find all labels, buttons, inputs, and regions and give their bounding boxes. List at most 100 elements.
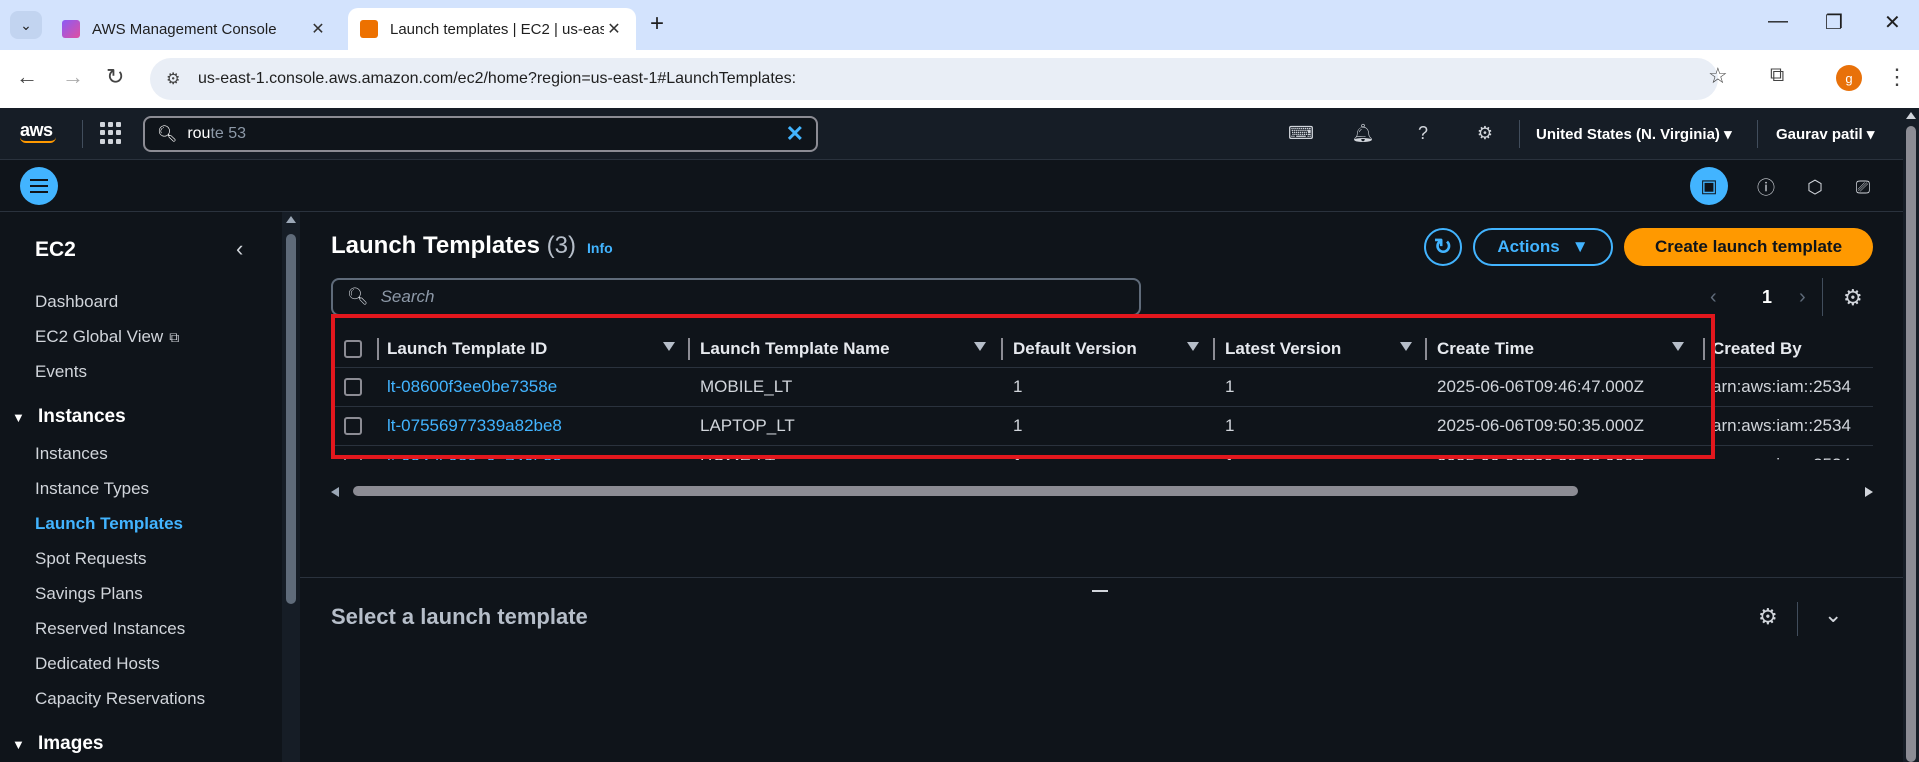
column-header-launch-template-name[interactable]: Launch Template Name <box>700 330 890 368</box>
column-header-create-time[interactable]: Create Time <box>1437 330 1534 368</box>
sort-icon[interactable] <box>1672 342 1684 351</box>
split-panel-icon[interactable]: ▣ <box>1690 167 1728 205</box>
table-row[interactable]: lt-08600f3ee0be7358e MOBILE_LT 1 1 2025-… <box>331 368 1873 407</box>
help-icon[interactable]: ? <box>1410 120 1436 146</box>
scrollbar-thumb[interactable] <box>353 486 1578 496</box>
sidebar-item-instance-types[interactable]: Instance Types <box>35 479 149 499</box>
hexagon-icon[interactable]: ⬡ <box>1801 173 1829 201</box>
current-page-number[interactable]: 1 <box>1762 287 1772 308</box>
sidebar-item-dashboard[interactable]: Dashboard <box>35 292 118 312</box>
column-header-launch-template-id[interactable]: Launch Template ID <box>387 330 547 368</box>
info-link[interactable]: Info <box>587 240 613 256</box>
back-arrow-icon[interactable]: ← <box>16 64 38 90</box>
aws-search-input[interactable]: 🔍︎ rou te 53 ✕ <box>143 116 818 152</box>
sidebar-item-launch-templates[interactable]: Launch Templates <box>35 514 183 534</box>
select-all-checkbox[interactable] <box>344 330 362 368</box>
sidebar-scrollbar[interactable] <box>282 212 300 762</box>
table-horizontal-scrollbar[interactable] <box>331 484 1873 500</box>
forward-arrow-icon[interactable]: → <box>62 64 84 90</box>
latest-version: 1 <box>1225 446 1234 460</box>
previous-page-icon[interactable]: ‹ <box>1710 286 1717 309</box>
sidebar-item-savings-plans[interactable]: Savings Plans <box>35 584 143 604</box>
sort-icon[interactable] <box>1187 342 1199 351</box>
cloudshell-icon[interactable]: ⌨ <box>1288 120 1314 146</box>
aws-logo[interactable]: aws <box>20 120 62 146</box>
notifications-bell-icon[interactable]: 🔔︎ <box>1350 120 1376 146</box>
sidebar-item-capacity-reservations[interactable]: Capacity Reservations <box>35 689 205 709</box>
scroll-up-arrow-icon[interactable] <box>1906 112 1916 119</box>
region-selector[interactable]: United States (N. Virginia) ▾ <box>1536 125 1732 143</box>
tab-search-button[interactable]: ⌄ <box>10 11 42 39</box>
browser-menu-icon[interactable]: ⋮ <box>1886 64 1908 90</box>
close-tab-icon[interactable]: ✕ <box>308 19 328 39</box>
table-row[interactable]: lt-07556977339a82be8 LAPTOP_LT 1 1 2025-… <box>331 407 1873 446</box>
page-title-text: Launch Templates <box>331 232 540 259</box>
launch-template-id-link[interactable]: lt-08600f3ee0be7358e <box>387 368 557 406</box>
new-tab-icon[interactable]: + <box>650 10 664 38</box>
column-divider[interactable] <box>688 338 690 360</box>
extensions-icon[interactable]: ⧉ <box>1770 64 1784 87</box>
page-scrollbar[interactable] <box>1903 108 1919 762</box>
scroll-left-arrow-icon[interactable] <box>331 487 339 497</box>
table-preferences-gear-icon[interactable]: ⚙ <box>1843 285 1863 311</box>
table-row[interactable]: lt-034db920a0e740b32 HOME-LT 1 1 2025-06… <box>331 446 1873 460</box>
close-window-icon[interactable]: ✕ <box>1884 10 1901 35</box>
services-grid-icon[interactable] <box>100 122 122 144</box>
column-divider[interactable] <box>1425 338 1427 360</box>
profile-avatar[interactable]: g <box>1836 65 1862 91</box>
split-panel-resize-handle[interactable] <box>1092 590 1108 592</box>
column-header-created-by[interactable]: Created By <box>1712 330 1802 368</box>
sidebar-section-images[interactable]: ▼ Images <box>12 733 103 755</box>
scroll-up-arrow-icon[interactable] <box>286 216 296 223</box>
sidebar-section-instances[interactable]: ▼ Instances <box>12 406 126 428</box>
scrollbar-thumb[interactable] <box>1906 126 1916 762</box>
column-divider[interactable] <box>1213 338 1215 360</box>
sort-icon[interactable] <box>974 342 986 351</box>
screen-share-icon[interactable]: ⎚ <box>1849 173 1877 201</box>
info-panel-icon[interactable]: ⓘ <box>1752 173 1780 201</box>
next-page-icon[interactable]: › <box>1799 286 1806 309</box>
create-launch-template-button[interactable]: Create launch template <box>1624 228 1873 266</box>
account-menu[interactable]: Gaurav patil ▾ <box>1776 125 1874 143</box>
sidebar-item-dedicated-hosts[interactable]: Dedicated Hosts <box>35 654 160 674</box>
reload-icon[interactable]: ↻ <box>106 64 124 90</box>
sidebar-item-ec2-global-view[interactable]: EC2 Global View ⧉ <box>35 327 179 347</box>
minimize-icon[interactable]: — <box>1768 10 1788 33</box>
url-field[interactable]: ⚙ us-east-1.console.aws.amazon.com/ec2/h… <box>150 58 1718 100</box>
column-divider[interactable] <box>1703 338 1705 360</box>
table-search-input[interactable]: 🔍︎ Search <box>331 278 1141 316</box>
split-panel-settings-gear-icon[interactable]: ⚙ <box>1758 604 1778 630</box>
row-checkbox[interactable] <box>344 368 362 406</box>
sidebar-item-spot-requests[interactable]: Spot Requests <box>35 549 147 569</box>
column-divider[interactable] <box>1001 338 1003 360</box>
sort-icon[interactable] <box>663 342 675 351</box>
launch-template-id-link[interactable]: lt-034db920a0e740b32 <box>387 446 562 460</box>
collapse-panel-chevron-down-icon[interactable]: ⌄ <box>1824 602 1842 628</box>
side-nav-menu-icon[interactable] <box>20 167 58 205</box>
scroll-right-arrow-icon[interactable] <box>1865 487 1873 497</box>
settings-gear-icon[interactable]: ⚙ <box>1472 120 1498 146</box>
sidebar-item-events[interactable]: Events <box>35 362 87 382</box>
column-header-latest-version[interactable]: Latest Version <box>1225 330 1341 368</box>
row-checkbox[interactable] <box>344 407 362 445</box>
row-checkbox[interactable] <box>344 446 362 460</box>
nav-divider <box>82 120 83 148</box>
column-header-default-version[interactable]: Default Version <box>1013 330 1137 368</box>
collapse-sidebar-icon[interactable]: ‹ <box>236 236 243 262</box>
site-settings-icon[interactable]: ⚙ <box>166 69 184 89</box>
sidebar-item-instances[interactable]: Instances <box>35 444 108 464</box>
launch-template-id-link[interactable]: lt-07556977339a82be8 <box>387 407 562 445</box>
sidebar-item-reserved-instances[interactable]: Reserved Instances <box>35 619 185 639</box>
bookmark-star-icon[interactable]: ☆ <box>1708 63 1728 89</box>
close-tab-icon[interactable]: ✕ <box>604 19 624 39</box>
browser-tab-aws-console[interactable]: AWS Management Console ✕ <box>50 8 340 50</box>
refresh-button[interactable]: ↻ <box>1424 228 1462 266</box>
restore-icon[interactable]: ❐ <box>1825 10 1843 35</box>
scrollbar-thumb[interactable] <box>286 234 296 604</box>
clear-search-icon[interactable]: ✕ <box>786 121 804 147</box>
column-divider[interactable] <box>377 338 379 360</box>
split-panel-divider <box>300 577 1903 578</box>
browser-tab-launch-templates[interactable]: Launch templates | EC2 | us-eas ✕ <box>348 8 636 50</box>
actions-dropdown-button[interactable]: Actions ▼ <box>1473 228 1613 266</box>
sort-icon[interactable] <box>1400 342 1412 351</box>
